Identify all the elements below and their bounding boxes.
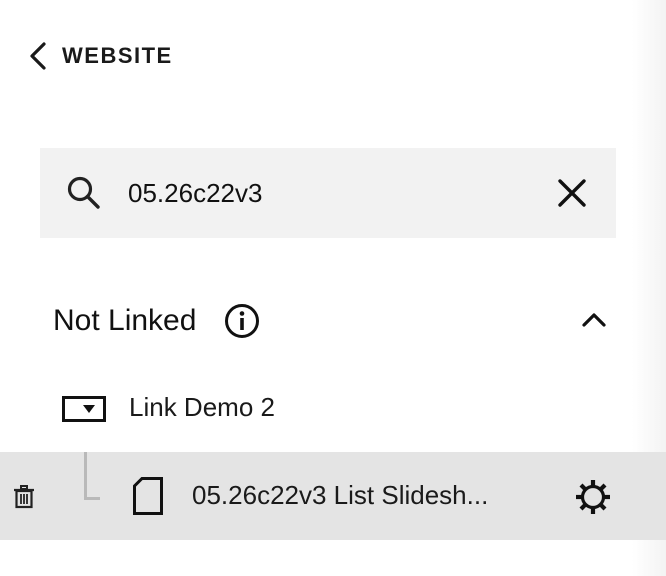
page-item-list-slideshow[interactable]: 05.26c22v3 List Slidesh... [0,452,666,540]
not-linked-section-header: Not Linked [53,296,260,346]
trash-icon[interactable] [13,485,35,509]
back-label: WEBSITE [62,43,173,68]
search-input[interactable] [128,170,528,216]
tree-connector [84,452,100,500]
folder-label: Link Demo 2 [129,392,275,422]
section-title: Not Linked [53,304,197,337]
page-icon [133,477,163,515]
folder-dropdown-icon [62,396,106,422]
folder-item-link-demo-2[interactable]: Link Demo 2 [0,380,632,438]
gear-icon[interactable] [574,478,612,516]
search-icon [67,176,100,209]
back-to-website-button[interactable]: WEBSITE [28,38,173,74]
close-icon[interactable] [556,177,588,209]
info-icon[interactable] [224,303,260,339]
chevron-left-icon [30,42,46,70]
chevron-up-icon[interactable] [580,306,608,334]
page-label: 05.26c22v3 List Slidesh... [192,480,489,510]
